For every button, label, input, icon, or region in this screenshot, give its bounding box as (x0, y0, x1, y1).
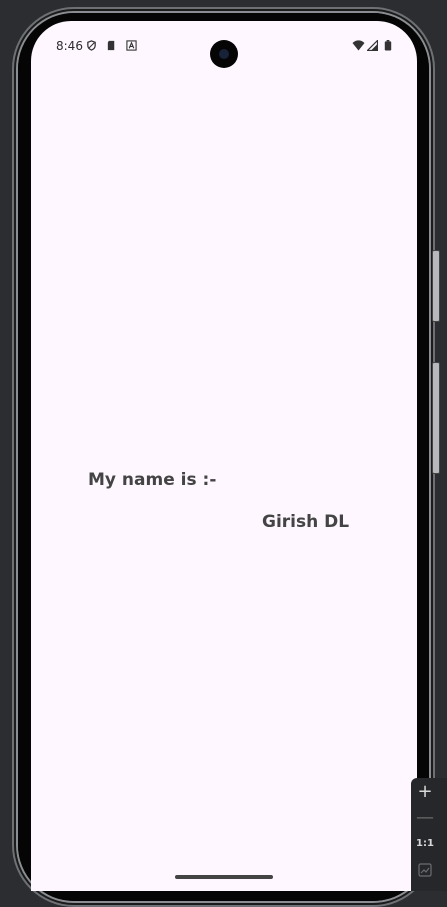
power-button (432, 362, 440, 474)
font-a-icon (126, 40, 137, 51)
sd-card-icon (107, 40, 115, 51)
zoom-out-button[interactable]: — (411, 806, 439, 830)
screenshot-icon[interactable] (418, 863, 432, 877)
name-label: My name is :- (88, 470, 217, 490)
battery-icon (384, 40, 392, 51)
status-time: 8:46 (56, 39, 83, 53)
actual-size-button[interactable]: 1:1 (411, 832, 439, 856)
gesture-nav-handle[interactable] (175, 875, 273, 879)
zoom-in-button[interactable]: + (411, 780, 439, 804)
signal-icon (367, 40, 378, 51)
front-camera (210, 40, 238, 68)
app-screen: 8:46 My name is :- Girish DL (31, 21, 417, 891)
emulator-zoom-panel: + — 1:1 (411, 778, 447, 891)
status-bar: 8:46 (31, 21, 417, 71)
wifi-icon (352, 40, 365, 51)
volume-button (432, 250, 440, 322)
shield-icon (87, 40, 96, 51)
name-value: Girish DL (262, 512, 350, 532)
